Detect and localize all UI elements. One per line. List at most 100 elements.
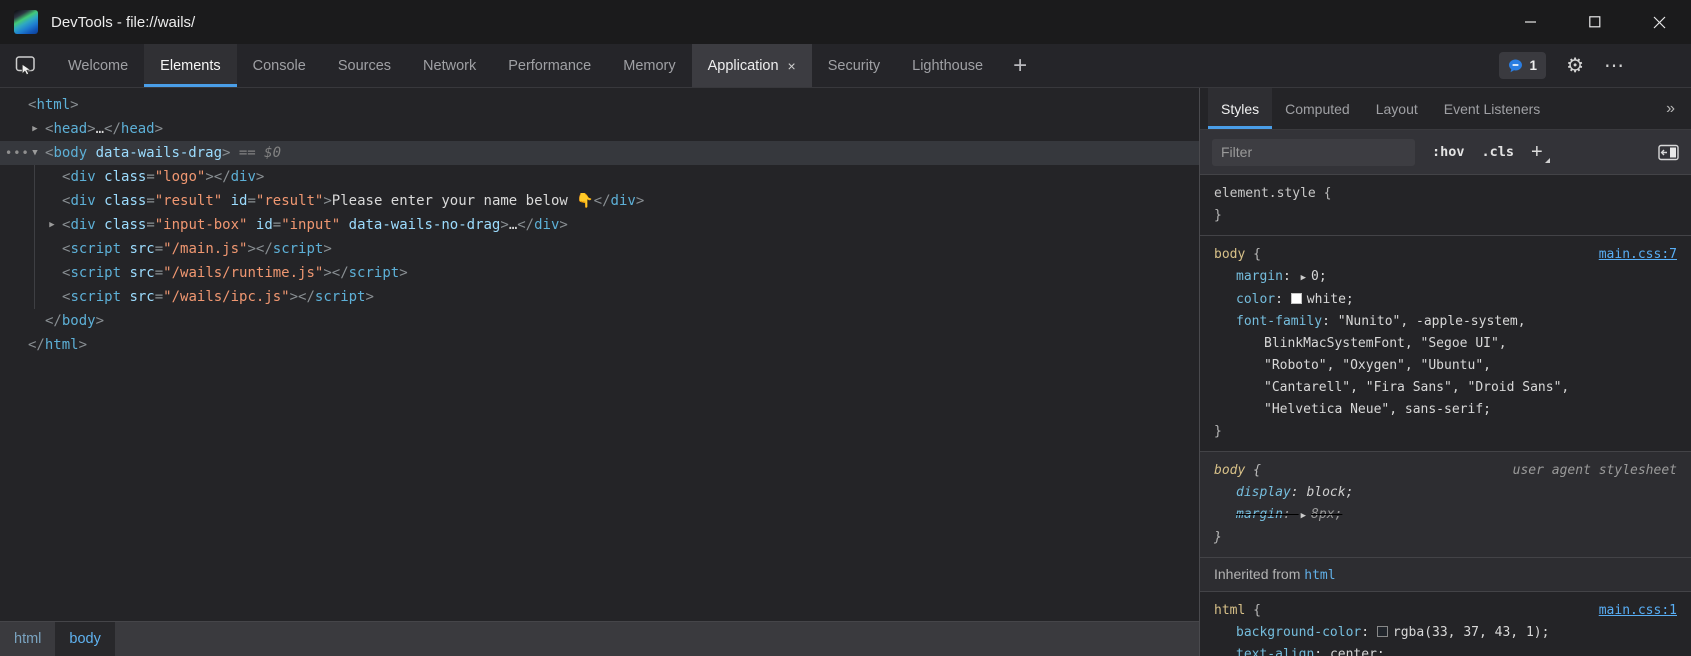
tab-network[interactable]: Network <box>407 44 492 87</box>
tab-label: Console <box>253 58 306 74</box>
indent-guide <box>34 165 35 309</box>
tab-computed[interactable]: Computed <box>1272 88 1363 129</box>
window-controls <box>1499 0 1691 44</box>
tab-elements[interactable]: Elements <box>144 44 236 87</box>
dom-tree-row[interactable]: ▶<div class="input-box" id="input" data-… <box>0 213 1199 237</box>
styles-sidebar: StylesComputedLayoutEvent Listeners » :ho… <box>1200 88 1691 656</box>
tab-lighthouse[interactable]: Lighthouse <box>896 44 999 87</box>
elements-panel: <html>▶<head>…</head>▼•••<body data-wail… <box>0 88 1200 656</box>
css-close-brace: } <box>1214 421 1681 443</box>
tab-label: Performance <box>508 58 591 74</box>
tab-layout[interactable]: Layout <box>1363 88 1431 129</box>
toggle-sidebar-icon[interactable] <box>1658 144 1679 161</box>
styles-toolbar: :hov .cls + <box>1200 130 1691 175</box>
add-tab-button[interactable]: + <box>999 44 1041 87</box>
more-actions-dots[interactable]: ••• <box>5 141 30 165</box>
stylesheet-link[interactable]: main.css:1 <box>1599 600 1677 622</box>
pseudo-state-toggle[interactable]: :hov <box>1432 144 1465 160</box>
css-value-wrap[interactable]: BlinkMacSystemFont, "Segoe UI", <box>1214 333 1681 355</box>
maximize-button[interactable] <box>1563 0 1627 44</box>
color-swatch[interactable] <box>1377 626 1388 637</box>
css-property[interactable]: color: white; <box>1214 289 1681 311</box>
css-selector: html <box>1214 603 1245 618</box>
tab-console[interactable]: Console <box>237 44 322 87</box>
tab-sources[interactable]: Sources <box>322 44 407 87</box>
tab-event-listeners[interactable]: Event Listeners <box>1431 88 1554 129</box>
dom-tree-row[interactable]: </html> <box>0 333 1199 357</box>
stylesheet-origin-label: user agent stylesheet <box>1513 460 1677 482</box>
css-selector-line[interactable]: element.style { <box>1214 183 1681 205</box>
devtools-logo-icon <box>14 10 38 34</box>
tab-label: Security <box>828 58 880 74</box>
expand-arrow-icon[interactable]: ▶ <box>45 213 59 237</box>
styles-rules-list: element.style {}main.css:7body {margin: … <box>1200 175 1691 656</box>
expand-arrow-icon[interactable]: ▶ <box>28 117 42 141</box>
color-swatch[interactable] <box>1291 293 1302 304</box>
settings-gear-icon[interactable]: ⚙ <box>1566 56 1584 76</box>
dom-tree-row[interactable]: </body> <box>0 309 1199 333</box>
dom-tree: <html>▶<head>…</head>▼•••<body data-wail… <box>0 88 1199 621</box>
dom-tree-row[interactable]: <script src="/wails/ipc.js"></script> <box>0 285 1199 309</box>
css-rule-body: user agent stylesheetbody {display: bloc… <box>1200 452 1691 558</box>
css-selector-line[interactable]: main.css:7body { <box>1214 244 1681 266</box>
collapse-arrow-icon[interactable]: ▼ <box>28 141 42 165</box>
css-property[interactable]: text-align: center; <box>1214 644 1681 656</box>
css-property-name: margin <box>1236 269 1283 284</box>
inherited-node-link[interactable]: html <box>1304 568 1335 583</box>
expand-shorthand-icon[interactable]: ▶ <box>1301 505 1306 527</box>
tab-performance[interactable]: Performance <box>492 44 607 87</box>
more-tabs-icon[interactable]: » <box>1666 88 1691 129</box>
titlebar: DevTools - file://wails/ <box>0 0 1691 44</box>
close-button[interactable] <box>1627 0 1691 44</box>
dom-tree-row[interactable]: <html> <box>0 93 1199 117</box>
breadcrumb-item-body[interactable]: body <box>55 622 114 656</box>
css-property[interactable]: display: block; <box>1214 482 1681 504</box>
tab-label: Memory <box>623 58 675 74</box>
dom-tree-row[interactable]: <script src="/wails/runtime.js"></script… <box>0 261 1199 285</box>
css-property[interactable]: margin: ▶0; <box>1214 266 1681 289</box>
dom-tree-row[interactable]: ▼•••<body data-wails-drag> == $0 <box>0 141 1199 165</box>
expand-shorthand-icon[interactable]: ▶ <box>1301 267 1306 289</box>
tab-label: Elements <box>160 58 220 74</box>
css-property-value: "Cantarell", "Fira Sans", "Droid Sans", <box>1264 380 1569 395</box>
devtools-main: <html>▶<head>…</head>▼•••<body data-wail… <box>0 88 1691 656</box>
css-value-wrap[interactable]: "Cantarell", "Fira Sans", "Droid Sans", <box>1214 377 1681 399</box>
inspect-element-icon[interactable] <box>0 44 52 87</box>
dom-tree-row[interactable]: <div class="result" id="result">Please e… <box>0 189 1199 213</box>
close-tab-icon[interactable]: × <box>788 59 796 73</box>
tab-application[interactable]: Application× <box>692 44 812 87</box>
more-options-icon[interactable]: ⋯ <box>1604 56 1625 76</box>
tab-welcome[interactable]: Welcome <box>52 44 144 87</box>
css-property-name: background-color <box>1236 625 1361 640</box>
css-selector-line[interactable]: main.css:1html { <box>1214 600 1681 622</box>
css-property[interactable]: margin: ▶8px; <box>1214 504 1681 527</box>
tab-security[interactable]: Security <box>812 44 896 87</box>
main-tabs: Welcome Elements Console Sources Network Perf… <box>52 44 999 87</box>
minimize-button[interactable] <box>1499 0 1563 44</box>
styles-filter-input[interactable] <box>1212 139 1415 166</box>
stylesheet-link[interactable]: main.css:7 <box>1599 244 1677 266</box>
new-style-rule-button[interactable]: + <box>1531 141 1550 164</box>
css-property-value: center; <box>1330 647 1385 656</box>
element-classes-toggle[interactable]: .cls <box>1482 144 1515 160</box>
tab-label: Network <box>423 58 476 74</box>
css-value-wrap[interactable]: "Helvetica Neue", sans-serif; <box>1214 399 1681 421</box>
issues-badge[interactable]: 1 <box>1499 52 1547 79</box>
tab-styles[interactable]: Styles <box>1208 88 1272 129</box>
breadcrumb-item-html[interactable]: html <box>0 622 55 656</box>
css-value-wrap[interactable]: "Roboto", "Oxygen", "Ubuntu", <box>1214 355 1681 377</box>
dom-tree-row[interactable]: ▶<head>…</head> <box>0 117 1199 141</box>
inherited-from-label: Inherited from <box>1214 566 1304 582</box>
css-close-brace: } <box>1214 527 1681 549</box>
dom-tree-row[interactable]: <script src="/main.js"></script> <box>0 237 1199 261</box>
tab-memory[interactable]: Memory <box>607 44 691 87</box>
message-bubble-icon <box>1508 59 1523 73</box>
dom-tree-row[interactable]: <div class="logo"></div> <box>0 165 1199 189</box>
css-property[interactable]: background-color: rgba(33, 37, 43, 1); <box>1214 622 1681 644</box>
css-selector-line[interactable]: user agent stylesheetbody { <box>1214 460 1681 482</box>
css-property-value: rgba(33, 37, 43, 1); <box>1393 625 1550 640</box>
css-rule-body: main.css:7body {margin: ▶0;color: white;… <box>1200 236 1691 452</box>
css-selector: element.style <box>1214 186 1316 201</box>
css-property[interactable]: font-family: "Nunito", -apple-system, <box>1214 311 1681 333</box>
breadcrumb: htmlbody <box>0 621 1199 656</box>
